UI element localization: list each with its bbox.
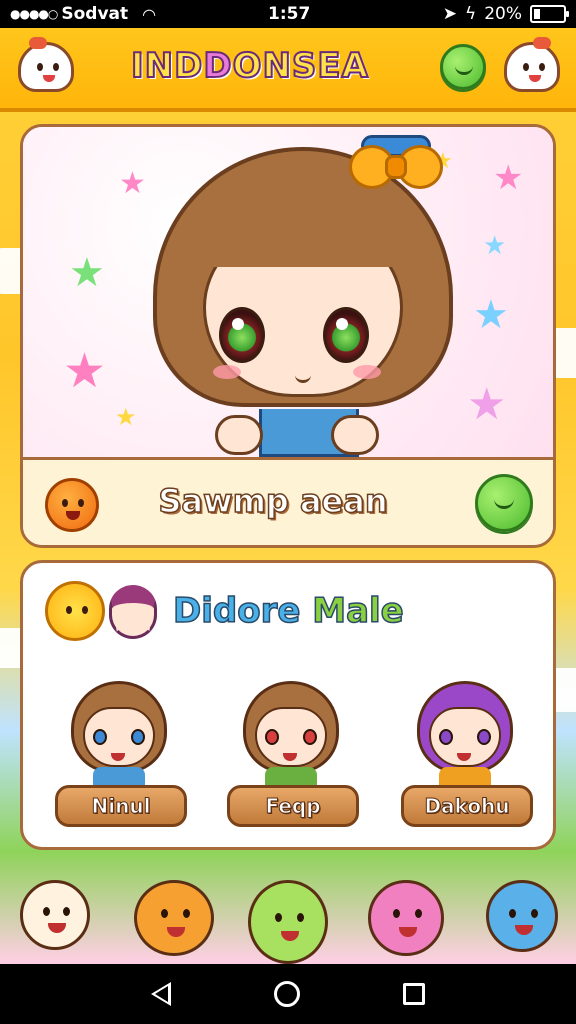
star-icon: ★ <box>69 250 105 296</box>
character-portrait[interactable]: ★ ★ ★ ★ ★ ★ ★ ★ ★ <box>23 127 553 457</box>
friend-shirt <box>439 767 491 785</box>
star-icon: ★ <box>115 403 137 431</box>
star-icon: ★ <box>467 379 507 430</box>
home-icon[interactable] <box>273 981 300 1007</box>
character-blush <box>353 365 381 379</box>
app-header: INDDONSEA <box>0 28 576 112</box>
hair-bow-icon <box>341 135 451 205</box>
friend-button[interactable]: Dakohu <box>401 785 533 827</box>
character-bangs <box>191 197 415 267</box>
smile-icon <box>455 65 473 75</box>
wifi-icon: ◠ <box>142 4 157 24</box>
character-name-bar: Sawmp aean <box>23 457 553 545</box>
app-title: INDDONSEA <box>120 45 380 87</box>
status-time: 1:57 <box>268 4 311 24</box>
pink-mascot-icon[interactable] <box>368 880 444 956</box>
friends-title-part2: Male <box>312 590 405 632</box>
app-title-part2: D <box>202 45 233 87</box>
star-icon: ★ <box>493 158 524 198</box>
green-girl-mascot-icon[interactable] <box>248 880 328 964</box>
battery-percent: 20% <box>484 4 522 24</box>
location-icon: ➤ <box>442 4 457 24</box>
friend-eye <box>303 729 317 745</box>
character-hand <box>331 415 379 455</box>
battery-fill <box>534 9 540 19</box>
friend-eye <box>93 729 107 745</box>
bear-mascot-icon[interactable] <box>134 880 214 956</box>
app-title-part1: IND <box>130 45 204 87</box>
status-bar: ●●●●○ Sodvat ◠ 1:57 ➤ ϟ 20% <box>0 0 576 28</box>
friend-eye <box>131 729 145 745</box>
character-hand <box>215 415 263 455</box>
friend-shirt <box>93 767 145 785</box>
friends-card: Didore Male Ninul Feqp Dakohu <box>20 560 556 850</box>
friend-button[interactable]: Ninul <box>55 785 187 827</box>
friend-eye <box>265 729 279 745</box>
friends-title-part1: Didore <box>172 590 313 632</box>
carrier-name: Sodvat <box>61 4 129 24</box>
sun-icon <box>45 581 105 641</box>
character-blush <box>213 365 241 379</box>
ghost-mascot-right-icon[interactable] <box>504 37 560 92</box>
system-nav-bar <box>0 964 576 1024</box>
orange-mascot-icon[interactable] <box>45 478 99 532</box>
header-green-button[interactable] <box>440 44 486 90</box>
back-icon[interactable] <box>151 982 172 1006</box>
battery-icon <box>530 5 569 23</box>
kid-icon <box>109 585 157 639</box>
app-title-part3: ONSEA <box>232 45 369 87</box>
character-eye <box>323 307 369 363</box>
star-icon: ★ <box>483 231 507 261</box>
character-eye <box>219 307 265 363</box>
confirm-button[interactable] <box>475 474 533 532</box>
friend-eye <box>439 729 453 745</box>
signal-icon: ●●●●○ <box>10 7 58 21</box>
character-card: ★ ★ ★ ★ ★ ★ ★ ★ ★ Sawmp aean <box>20 124 556 548</box>
bunny-mascot-icon[interactable] <box>20 880 90 950</box>
friend-eye <box>477 729 491 745</box>
friends-title: Didore Male <box>172 590 405 632</box>
ghost-mascot-left-icon[interactable] <box>18 37 74 92</box>
blue-mascot-icon[interactable] <box>486 880 558 952</box>
star-icon: ★ <box>63 343 107 399</box>
star-icon: ★ <box>119 166 146 201</box>
recent-apps-icon[interactable] <box>402 983 425 1005</box>
friend-shirt <box>265 767 317 785</box>
character-name: Sawmp aean <box>158 481 389 521</box>
star-icon: ★ <box>473 292 509 338</box>
smile-icon <box>494 499 514 509</box>
charging-icon: ϟ <box>464 4 477 24</box>
friend-item[interactable]: Ninul <box>49 671 189 831</box>
friend-item[interactable]: Dakohu <box>395 671 535 831</box>
friend-button[interactable]: Feqp <box>227 785 359 827</box>
friend-item[interactable]: Feqp <box>221 671 361 831</box>
